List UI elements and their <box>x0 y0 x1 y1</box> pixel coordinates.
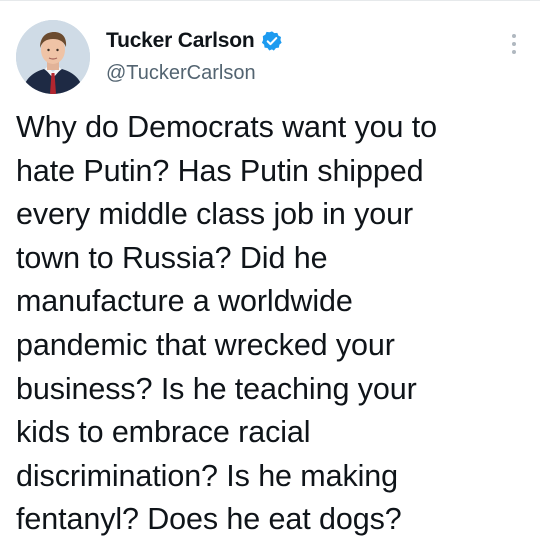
more-vertical-icon <box>512 34 516 54</box>
avatar[interactable] <box>16 20 90 94</box>
avatar-image <box>16 20 90 94</box>
author-display-name[interactable]: Tucker Carlson <box>106 29 255 53</box>
more-options-button[interactable] <box>505 30 523 58</box>
tweet: Tucker Carlson @TuckerCarlson Why do Dem… <box>0 0 540 554</box>
verified-badge-icon <box>261 30 283 52</box>
author-name-row: Tucker Carlson <box>106 28 283 54</box>
top-divider <box>0 0 540 1</box>
tweet-text: Why do Democrats want you to hate Putin?… <box>16 110 437 537</box>
author-handle[interactable]: @TuckerCarlson <box>106 62 256 85</box>
